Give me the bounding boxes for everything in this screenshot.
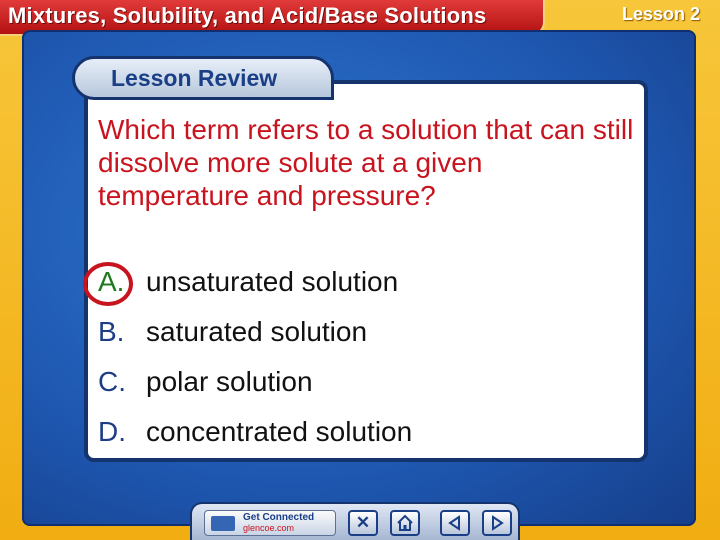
get-connected-button[interactable]: Get Connected glencoe.com bbox=[204, 510, 336, 536]
forward-arrow-icon bbox=[492, 515, 504, 531]
close-icon: ✕ bbox=[355, 513, 371, 532]
answer-c[interactable]: C. polar solution bbox=[98, 366, 313, 398]
answer-a[interactable]: A. unsaturated solution bbox=[98, 266, 398, 298]
answer-letter: B. bbox=[98, 316, 125, 347]
forward-button[interactable] bbox=[482, 510, 512, 536]
question-text: Which term refers to a solution that can… bbox=[98, 114, 634, 211]
answer-text: concentrated solution bbox=[146, 416, 413, 447]
back-button[interactable] bbox=[440, 510, 470, 536]
site-label: glencoe.com bbox=[243, 523, 295, 533]
slide-title: Mixtures, Solubility, and Acid/Base Solu… bbox=[8, 3, 487, 28]
computer-icon bbox=[211, 516, 235, 531]
answer-d[interactable]: D. concentrated solution bbox=[98, 416, 412, 448]
home-button[interactable] bbox=[390, 510, 420, 536]
lesson-review-title: Lesson Review bbox=[111, 65, 278, 91]
lesson-label: Lesson 2 bbox=[621, 4, 700, 24]
answer-text: saturated solution bbox=[146, 316, 368, 347]
answer-b[interactable]: B. saturated solution bbox=[98, 316, 367, 348]
back-arrow-icon bbox=[448, 515, 460, 531]
lesson-review-tab: Lesson Review bbox=[72, 56, 334, 100]
answer-letter: D. bbox=[98, 416, 126, 447]
answer-letter: C. bbox=[98, 366, 126, 397]
correct-answer-circle bbox=[83, 262, 133, 306]
answer-text: polar solution bbox=[146, 366, 313, 397]
navigation-bar: Get Connected glencoe.com ✕ bbox=[190, 502, 520, 540]
close-button[interactable]: ✕ bbox=[348, 510, 378, 536]
home-icon bbox=[397, 514, 413, 531]
answer-text: unsaturated solution bbox=[146, 266, 399, 297]
